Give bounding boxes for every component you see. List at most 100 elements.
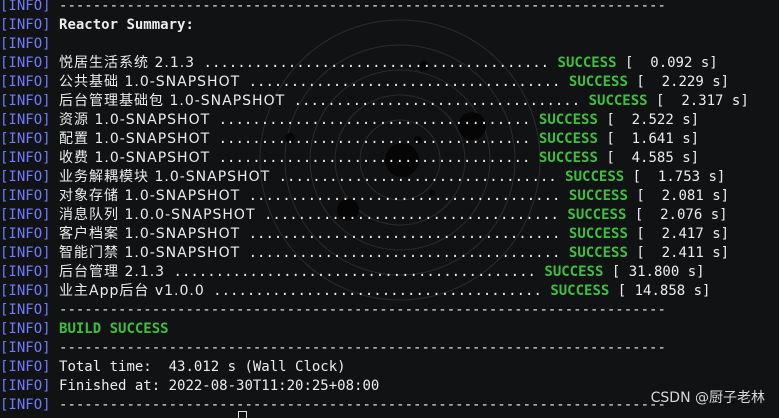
finished-at: Finished at: 2022-08-30T11:20:25+08:00	[59, 378, 380, 394]
module-leader-dots: .....................................	[240, 226, 569, 242]
module-status: SUCCESS	[565, 169, 625, 185]
module-leader-dots: ...................................	[255, 207, 568, 223]
log-level-tag: [INFO]	[0, 131, 51, 147]
separator-line: ----------------------------------------…	[59, 0, 666, 14]
log-level-tag: [INFO]	[0, 340, 51, 356]
log-level-tag: [INFO]	[0, 359, 51, 375]
module-build-time: [ 2.522 s]	[606, 112, 700, 128]
terminal-output: [INFO] ---------------------------------…	[0, 0, 779, 415]
module-row: [INFO] 对象存储 1.0-SNAPSHOT ...............…	[0, 187, 779, 206]
log-level-tag: [INFO]	[0, 188, 51, 204]
module-build-time: [ 2.081 s]	[636, 188, 730, 204]
module-name: 智能门禁 1.0-SNAPSHOT	[59, 245, 241, 261]
module-row: [INFO] 悦居生活系统 2.1.3 ....................…	[0, 54, 779, 73]
log-level-tag: [INFO]	[0, 226, 51, 242]
module-build-time: [ 2.229 s]	[636, 74, 730, 90]
module-row: [INFO] 客户档案 1.0-SNAPSHOT ...............…	[0, 225, 779, 244]
csdn-watermark: CSDN @厨子老林	[650, 390, 765, 406]
log-level-tag: [INFO]	[0, 245, 51, 261]
module-row: [INFO] 资源 1.0-SNAPSHOT .................…	[0, 111, 779, 130]
module-list: [INFO] 悦居生活系统 2.1.3 ....................…	[0, 54, 779, 301]
log-level-tag: [INFO]	[0, 36, 51, 52]
log-level-tag: [INFO]	[0, 264, 51, 280]
module-name: 后台管理 2.1.3	[59, 264, 166, 280]
module-status: SUCCESS	[538, 150, 598, 166]
log-level-tag: [INFO]	[0, 74, 51, 90]
module-build-time: [ 1.641 s]	[606, 131, 700, 147]
log-level-tag: [INFO]	[0, 207, 51, 223]
module-status: SUCCESS	[538, 112, 598, 128]
log-line: [INFO] ---------------------------------…	[0, 339, 779, 358]
log-level-tag: [INFO]	[0, 169, 51, 185]
reactor-summary-title: Reactor Summary:	[59, 17, 194, 33]
module-row: [INFO] 收费 1.0-SNAPSHOT .................…	[0, 149, 779, 168]
log-level-tag: [INFO]	[0, 0, 51, 14]
log-level-tag: [INFO]	[0, 321, 51, 337]
module-status: SUCCESS	[538, 131, 598, 147]
log-line: [INFO] ---------------------------------…	[0, 0, 779, 16]
module-name: 业主App后台 v1.0.0	[59, 283, 205, 299]
module-build-time: [ 1.753 s]	[632, 169, 726, 185]
module-build-time: [ 4.585 s]	[606, 150, 700, 166]
module-leader-dots: .....................................	[240, 74, 569, 90]
module-leader-dots: ........................................…	[195, 55, 558, 71]
module-status: SUCCESS	[557, 55, 617, 71]
module-name: 悦居生活系统 2.1.3	[59, 55, 196, 71]
module-name: 收费 1.0-SNAPSHOT	[59, 150, 211, 166]
separator-line: ----------------------------------------…	[59, 302, 666, 318]
log-level-tag: [INFO]	[0, 93, 51, 109]
module-name: 对象存储 1.0-SNAPSHOT	[59, 188, 241, 204]
module-leader-dots: .....................................	[240, 188, 569, 204]
module-name: 资源 1.0-SNAPSHOT	[59, 112, 211, 128]
module-build-time: [ 0.092 s]	[624, 55, 718, 71]
module-name: 公共基础 1.0-SNAPSHOT	[59, 74, 241, 90]
module-status: SUCCESS	[550, 283, 610, 299]
module-leader-dots: .................................	[270, 169, 566, 185]
module-row: [INFO] 后台管理基础包 1.0-SNAPSHOT ............…	[0, 92, 779, 111]
module-leader-dots: .....................................	[240, 245, 569, 261]
module-row: [INFO] 配置 1.0-SNAPSHOT .................…	[0, 130, 779, 149]
module-build-time: [ 2.411 s]	[636, 245, 730, 261]
module-row: [INFO] 公共基础 1.0-SNAPSHOT ...............…	[0, 73, 779, 92]
module-status: SUCCESS	[568, 226, 628, 242]
module-leader-dots: .....................................	[210, 131, 539, 147]
module-build-time: [ 14.858 s]	[617, 283, 711, 299]
module-leader-dots: .....................................	[210, 150, 539, 166]
log-level-tag: [INFO]	[0, 397, 51, 413]
module-name: 配置 1.0-SNAPSHOT	[59, 131, 211, 147]
log-level-tag: [INFO]	[0, 150, 51, 166]
module-row: [INFO] 业务解耦模块 1.0-SNAPSHOT .............…	[0, 168, 779, 187]
module-status: SUCCESS	[544, 264, 604, 280]
log-line: [INFO] Total time: 43.012 s (Wall Clock)	[0, 358, 779, 377]
log-line: [INFO] ---------------------------------…	[0, 301, 779, 320]
module-build-time: [ 2.076 s]	[634, 207, 728, 223]
module-row: [INFO] 智能门禁 1.0-SNAPSHOT ...............…	[0, 244, 779, 263]
log-level-tag: [INFO]	[0, 112, 51, 128]
log-level-tag: [INFO]	[0, 55, 51, 71]
module-leader-dots: .......................................	[204, 283, 551, 299]
separator-line: ----------------------------------------…	[59, 397, 666, 413]
module-name: 后台管理基础包 1.0-SNAPSHOT	[59, 93, 286, 109]
log-line: [INFO]	[0, 35, 779, 54]
module-status: SUCCESS	[568, 245, 628, 261]
module-name: 客户档案 1.0-SNAPSHOT	[59, 226, 241, 242]
build-result: BUILD SUCCESS	[59, 321, 169, 337]
module-build-time: [ 2.317 s]	[656, 93, 749, 109]
separator-line: ----------------------------------------…	[59, 340, 666, 356]
log-line: [INFO] Reactor Summary:	[0, 16, 779, 35]
module-leader-dots: .....................................	[210, 112, 539, 128]
module-build-time: [ 2.417 s]	[636, 226, 730, 242]
total-time: Total time: 43.012 s (Wall Clock)	[59, 359, 346, 375]
module-status: SUCCESS	[568, 188, 628, 204]
module-status: SUCCESS	[567, 207, 627, 223]
log-level-tag: [INFO]	[0, 283, 51, 299]
module-leader-dots: ..................................	[285, 93, 589, 109]
log-level-tag: [INFO]	[0, 302, 51, 318]
module-leader-dots: ........................................…	[165, 264, 545, 280]
log-level-tag: [INFO]	[0, 17, 51, 33]
log-level-tag: [INFO]	[0, 378, 51, 394]
module-build-time: [ 31.800 s]	[611, 264, 705, 280]
module-name: 业务解耦模块 1.0-SNAPSHOT	[59, 169, 271, 185]
module-row: [INFO] 消息队列 1.0.0-SNAPSHOT .............…	[0, 206, 779, 225]
log-line: [INFO] BUILD SUCCESS	[0, 320, 779, 339]
